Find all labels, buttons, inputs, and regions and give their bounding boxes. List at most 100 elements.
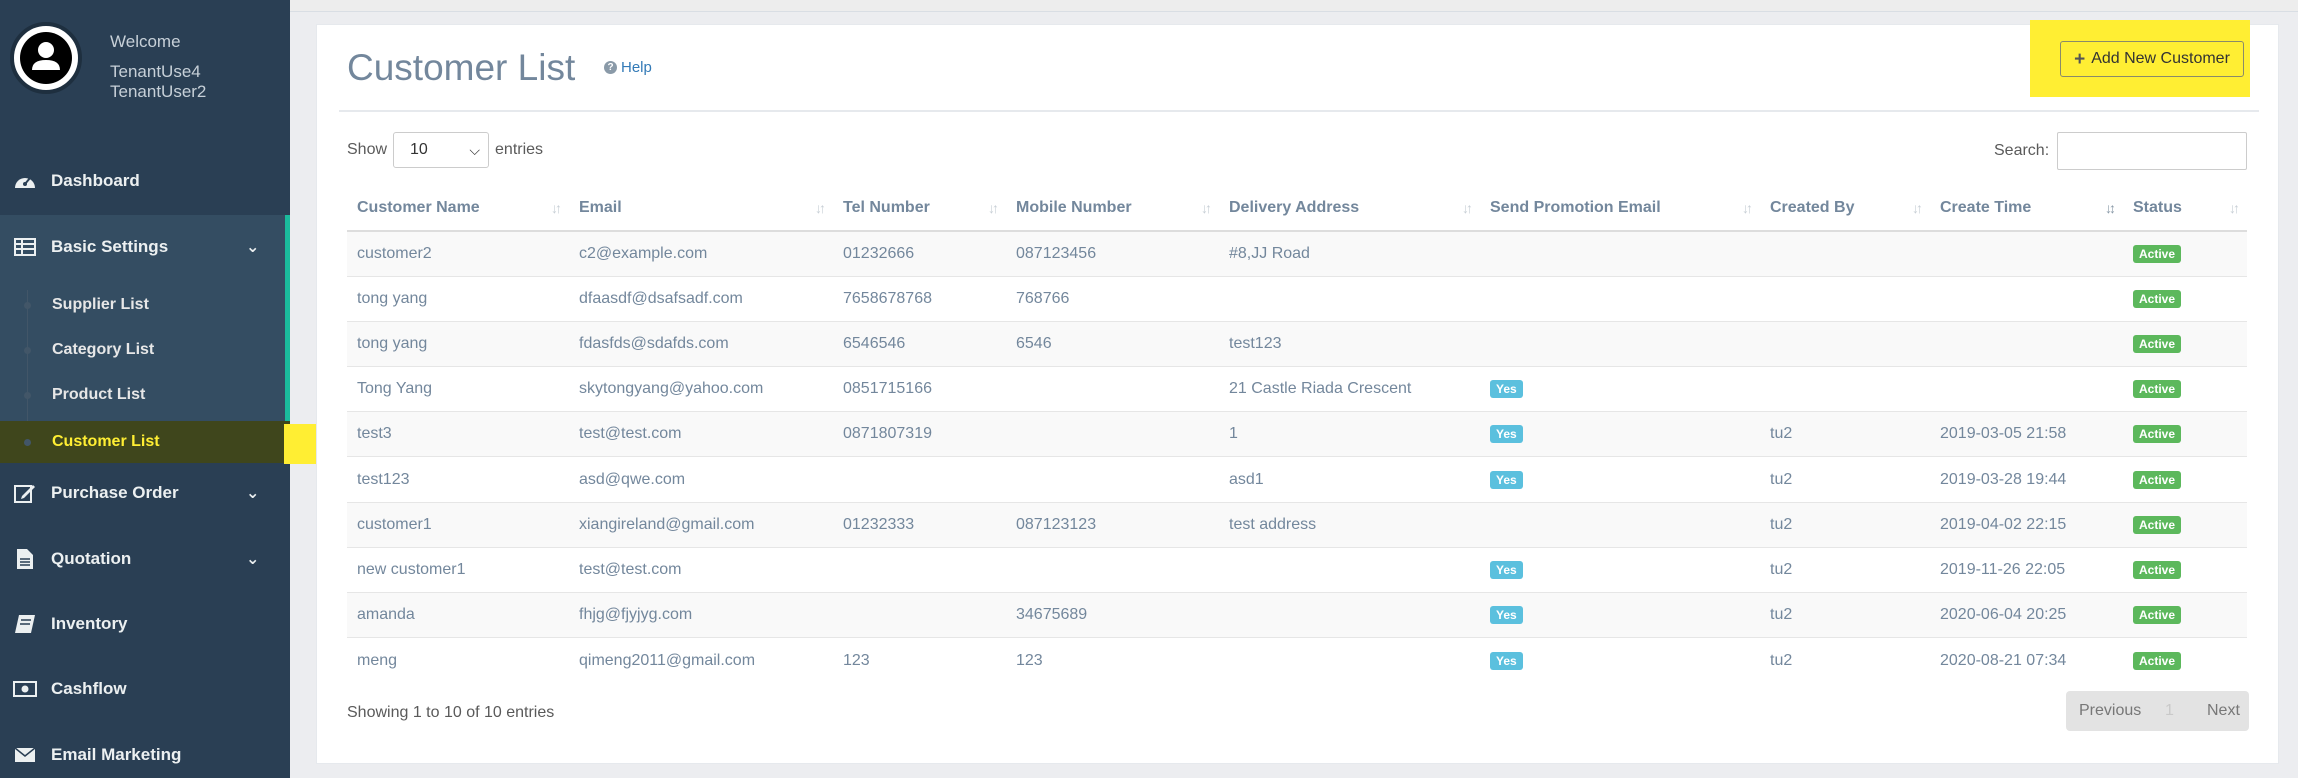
table-icon (12, 236, 38, 258)
status-badge: Active (2133, 244, 2182, 263)
cell-promo: Yes (1480, 591, 1760, 638)
help-link[interactable]: ? Help (604, 59, 652, 76)
page-1-button[interactable]: 1 (2165, 702, 2174, 720)
page-title: Customer List (347, 47, 576, 88)
subnav-category-list[interactable]: Category List (0, 330, 290, 370)
bullet-icon (24, 438, 31, 446)
entries-control: Show 10 ⌵ entries (347, 132, 543, 168)
cell-create-time (1930, 320, 2123, 367)
cell-email: test@test.com (569, 411, 833, 457)
status-badge: Active (2133, 560, 2182, 579)
subnav-label: Supplier List (52, 296, 149, 313)
subnav-product-list[interactable]: Product List (0, 375, 290, 415)
col-send-promotion-email[interactable]: Send Promotion Email ↓↑ (1480, 186, 1760, 232)
sort-icon: ↓↑ (1201, 200, 1212, 216)
cell-promo: Yes (1480, 366, 1760, 412)
cell-promo (1480, 230, 1760, 277)
cell-status: Active (2123, 501, 2247, 548)
nav-inventory[interactable]: Inventory (0, 599, 290, 649)
cell-created-by: tu2 (1760, 411, 1930, 457)
search-input[interactable] (2057, 132, 2248, 170)
subnav-supplier-list[interactable]: Supplier List (0, 285, 290, 325)
table-row[interactable]: tong yang fdasfds@sdafds.com 6546546 6546 te… (347, 320, 2247, 367)
cell-promo: Yes (1480, 546, 1760, 593)
cell-text: new customer1 (357, 560, 466, 578)
table-row[interactable]: test123 asd@qwe.com asd1 Yes tu2 2019-03-28 1… (347, 456, 2247, 503)
col-customer-name[interactable]: Customer Name ↓↑ (347, 186, 569, 232)
table-row[interactable]: amanda fhjg@fjyjyg.com 34675689 Yes tu2 2020-… (347, 591, 2247, 638)
previous-button[interactable]: Previous (2079, 702, 2141, 720)
cell-status: Active (2123, 546, 2247, 593)
cell-mobile: 6546 (1006, 320, 1219, 367)
username-line1: TenantUse4 (110, 62, 201, 81)
cell-customer-name: new customer1 (347, 546, 569, 593)
table-row[interactable]: meng qimeng2011@gmail.com 123 123 Yes tu2 2020… (347, 637, 2247, 683)
cell-create-time (1930, 366, 2123, 412)
chevron-down-icon: ⌄ (246, 239, 260, 256)
cell-text: 1 (1229, 425, 1238, 443)
cell-tel: 0851715166 (833, 366, 1006, 412)
cell-text: test3 (357, 425, 392, 443)
promo-badge: Yes (1490, 651, 1523, 670)
promo-badge: Yes (1490, 470, 1523, 489)
nav-label: Purchase Order (51, 483, 179, 502)
add-new-customer-button[interactable]: + Add New Customer (2060, 41, 2244, 77)
cell-customer-name: customer2 (347, 230, 569, 277)
cell-text: 768766 (1016, 289, 1070, 307)
cell-status: Active (2123, 411, 2247, 457)
table-body: customer2 c2@example.com 01232666 087123456… (347, 230, 2247, 683)
cell-created-by: tu2 (1760, 546, 1930, 593)
bullet-icon (24, 346, 31, 354)
status-badge: Active (2133, 289, 2182, 308)
cell-text: test@test.com (579, 425, 682, 443)
table-row[interactable]: customer2 c2@example.com 01232666 087123456… (347, 230, 2247, 277)
table-row[interactable]: tong yang dfaasdf@dsafsadf.com 7658678768 7… (347, 275, 2247, 322)
cell-mobile (1006, 456, 1219, 503)
edit-icon (12, 482, 38, 504)
col-delivery-address[interactable]: Delivery Address ↓↑ (1219, 186, 1480, 232)
col-mobile-number[interactable]: Mobile Number ↓↑ (1006, 186, 1219, 232)
cell-created-by: tu2 (1760, 501, 1930, 548)
cell-address: 21 Castle Riada Crescent (1219, 366, 1480, 412)
cell-text: 0871807319 (843, 425, 932, 443)
cell-mobile: 34675689 (1006, 591, 1219, 638)
cell-mobile (1006, 411, 1219, 457)
nav-quotation[interactable]: Quotation ⌄ (0, 534, 290, 584)
nav-purchase-order[interactable]: Purchase Order ⌄ (0, 468, 290, 518)
nav-email-marketing[interactable]: Email Marketing (0, 730, 290, 778)
col-created-by[interactable]: Created By ↓↑ (1760, 186, 1930, 232)
show-label: Show (347, 141, 388, 158)
title-divider (339, 110, 2259, 112)
nav-dashboard[interactable]: Dashboard (0, 156, 290, 206)
cell-text: skytongyang@yahoo.com (579, 380, 764, 398)
table-row[interactable]: test3 test@test.com 0871807319 1 Yes tu2 2019-… (347, 411, 2247, 457)
nav-label: Email Marketing (51, 745, 182, 764)
col-tel-number[interactable]: Tel Number ↓↑ (833, 186, 1006, 232)
sort-icon: ↓↑ (815, 200, 826, 216)
nav-label: Quotation (51, 549, 132, 568)
cell-email: xiangireland@gmail.com (569, 501, 833, 548)
cell-tel (833, 591, 1006, 638)
cell-mobile (1006, 546, 1219, 593)
cell-mobile (1006, 366, 1219, 412)
table-row[interactable]: customer1 xiangireland@gmail.com 01232333 0… (347, 501, 2247, 548)
cell-text: 21 Castle Riada Crescent (1229, 380, 1412, 398)
cell-created-by (1760, 320, 1930, 367)
entries-select[interactable]: 10 ⌵ (393, 132, 490, 168)
cell-status: Active (2123, 230, 2247, 277)
cell-address: test123 (1219, 320, 1480, 367)
cell-created-by (1760, 275, 1930, 322)
col-create-time[interactable]: Create Time ↓↕ (1930, 186, 2123, 232)
next-button[interactable]: Next (2207, 702, 2240, 720)
col-status[interactable]: Status ↓↑ (2123, 186, 2247, 232)
sort-icon: ↓↑ (988, 200, 999, 216)
table-row[interactable]: Tong Yang skytongyang@yahoo.com 0851715166… (347, 366, 2247, 412)
table-row[interactable]: new customer1 test@test.com Yes tu2 2019-11-… (347, 546, 2247, 593)
nav-basic-settings[interactable]: Basic Settings ⌄ (0, 222, 290, 272)
nav-cashflow[interactable]: Cashflow (0, 664, 290, 714)
col-email[interactable]: Email ↓↑ (569, 186, 833, 232)
cell-email: dfaasdf@dsafsadf.com (569, 275, 833, 322)
bullet-icon (24, 391, 31, 399)
cell-text: tong yang (357, 334, 428, 352)
subnav-customer-list[interactable]: Customer List (0, 421, 290, 463)
